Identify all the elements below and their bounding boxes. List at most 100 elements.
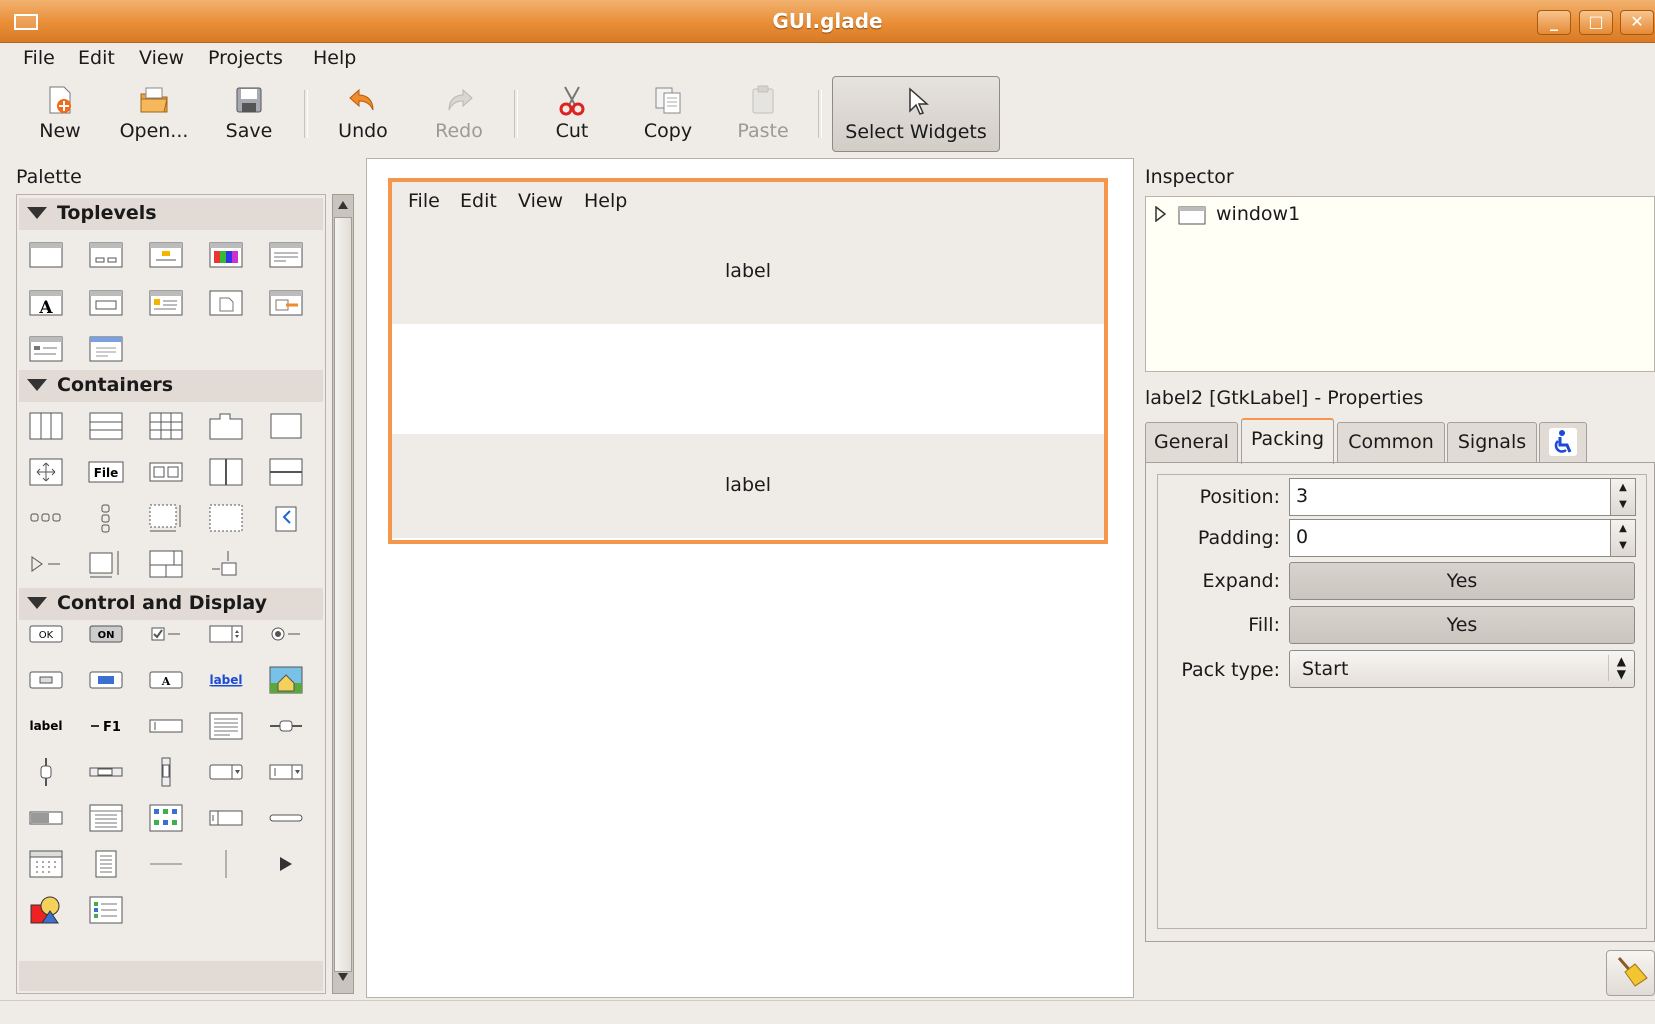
entry-widget-icon[interactable] bbox=[148, 711, 184, 741]
scrolled-window-icon[interactable] bbox=[148, 503, 184, 533]
palette-group-control-display[interactable]: Control and Display bbox=[19, 588, 323, 620]
alignment-icon[interactable] bbox=[268, 503, 304, 533]
tree-expander-icon[interactable] bbox=[1154, 206, 1166, 222]
designed-menu-bar[interactable]: File Edit View Help bbox=[392, 182, 1104, 221]
save-button[interactable]: Save bbox=[210, 76, 288, 152]
vseparator-icon[interactable] bbox=[208, 849, 244, 879]
designed-menu-edit[interactable]: Edit bbox=[460, 190, 497, 212]
aspect-frame-icon[interactable] bbox=[208, 549, 244, 579]
padding-input[interactable]: 0 bbox=[1289, 519, 1611, 557]
text-view-icon[interactable] bbox=[208, 711, 244, 741]
page-setup-dialog-icon[interactable] bbox=[28, 334, 64, 364]
recent-chooser-dialog-icon[interactable] bbox=[268, 288, 304, 318]
fill-toggle[interactable]: Yes bbox=[1289, 606, 1635, 644]
hseparator-like-icon[interactable] bbox=[268, 803, 304, 833]
frame-icon[interactable] bbox=[268, 411, 304, 441]
label-widget-icon[interactable]: label bbox=[28, 711, 64, 741]
status-bar-like-icon[interactable] bbox=[88, 849, 124, 879]
redo-button[interactable]: Redo bbox=[418, 76, 500, 152]
tab-signals[interactable]: Signals bbox=[1447, 422, 1537, 462]
tree-view-icon[interactable] bbox=[88, 803, 124, 833]
tab-packing[interactable]: Packing bbox=[1241, 418, 1334, 464]
open-button[interactable]: Open... bbox=[108, 76, 200, 152]
layout-icon[interactable] bbox=[148, 549, 184, 579]
menu-view[interactable]: View bbox=[139, 47, 184, 69]
button-widget-icon[interactable]: OK bbox=[28, 619, 64, 649]
designed-menu-file[interactable]: File bbox=[408, 190, 440, 212]
ruler-icon[interactable] bbox=[208, 803, 244, 833]
hseparator-icon[interactable] bbox=[148, 849, 184, 879]
hscale-icon[interactable] bbox=[268, 711, 304, 741]
expand-toggle[interactable]: Yes bbox=[1289, 562, 1635, 600]
tab-common[interactable]: Common bbox=[1337, 422, 1445, 462]
menu-help[interactable]: Help bbox=[313, 47, 356, 69]
vscrollbar-icon[interactable] bbox=[148, 757, 184, 787]
table-icon[interactable] bbox=[148, 411, 184, 441]
scroll-down-arrow-icon[interactable] bbox=[338, 973, 348, 981]
combo-box-icon[interactable] bbox=[208, 757, 244, 787]
position-input[interactable]: 3 bbox=[1289, 478, 1611, 516]
font-button-icon[interactable]: A bbox=[148, 665, 184, 695]
spin-button-icon[interactable] bbox=[208, 619, 244, 649]
palette-scrollbar[interactable] bbox=[332, 194, 354, 994]
tab-general[interactable]: General bbox=[1145, 422, 1238, 462]
button-box-icon[interactable] bbox=[148, 457, 184, 487]
maximize-button[interactable]: □ bbox=[1579, 10, 1613, 35]
cut-button[interactable]: Cut bbox=[534, 76, 610, 152]
designed-label-1[interactable]: label bbox=[392, 220, 1104, 324]
pack-type-select[interactable]: Start ▲ ▼ bbox=[1289, 650, 1635, 688]
list-widget-icon[interactable] bbox=[88, 895, 124, 925]
new-button[interactable]: New bbox=[22, 76, 98, 152]
designed-menu-help[interactable]: Help bbox=[584, 190, 627, 212]
color-selection-dialog-icon[interactable] bbox=[208, 240, 244, 270]
vpaned-icon[interactable] bbox=[268, 457, 304, 487]
assistant-icon[interactable] bbox=[208, 288, 244, 318]
file-chooser-dialog-icon[interactable] bbox=[268, 240, 304, 270]
calendar-icon[interactable] bbox=[28, 849, 64, 879]
menu-edit[interactable]: Edit bbox=[78, 47, 115, 69]
designed-menu-view[interactable]: View bbox=[518, 190, 563, 212]
hpaned-icon[interactable] bbox=[208, 457, 244, 487]
paste-button[interactable]: Paste bbox=[724, 76, 802, 152]
toolbar-widget-icon[interactable] bbox=[28, 503, 64, 533]
arrow-widget-icon[interactable] bbox=[268, 849, 304, 879]
file-chooser-button-icon[interactable] bbox=[28, 665, 64, 695]
icon-view-icon[interactable] bbox=[148, 803, 184, 833]
hbox-icon[interactable] bbox=[28, 411, 64, 441]
designed-window[interactable]: File Edit View Help label label bbox=[388, 178, 1108, 544]
fixed-icon[interactable] bbox=[28, 457, 64, 487]
tree-item-window1[interactable]: window1 bbox=[1216, 203, 1300, 225]
position-spin-buttons[interactable]: ▲ ▼ bbox=[1610, 478, 1636, 516]
undo-button[interactable]: Undo bbox=[322, 76, 404, 152]
select-widgets-button[interactable]: Select Widgets bbox=[832, 76, 1000, 152]
vbox-icon[interactable] bbox=[88, 411, 124, 441]
hscrollbar-icon[interactable] bbox=[88, 757, 124, 787]
close-button[interactable]: ✕ bbox=[1620, 10, 1654, 35]
scroll-up-arrow-icon[interactable] bbox=[338, 201, 348, 209]
menu-bar-widget-icon[interactable]: File bbox=[88, 457, 124, 487]
image-widget-icon[interactable] bbox=[268, 665, 304, 695]
link-button-icon[interactable]: label bbox=[208, 665, 244, 695]
color-button-icon[interactable] bbox=[88, 665, 124, 695]
progress-bar-icon[interactable] bbox=[28, 803, 64, 833]
tab-accessibility[interactable] bbox=[1539, 422, 1587, 462]
message-dialog-icon[interactable] bbox=[148, 240, 184, 270]
palette-scrollbar-thumb[interactable] bbox=[334, 217, 352, 972]
tool-palette-icon[interactable] bbox=[88, 503, 124, 533]
menu-file[interactable]: File bbox=[23, 47, 55, 69]
designed-label-2[interactable]: label bbox=[392, 434, 1104, 538]
event-box-icon[interactable] bbox=[88, 549, 124, 579]
window-widget-icon[interactable] bbox=[28, 240, 64, 270]
offscreen-window-icon[interactable] bbox=[88, 334, 124, 364]
notebook-icon[interactable] bbox=[208, 411, 244, 441]
palette-group-toplevels[interactable]: Toplevels bbox=[19, 198, 323, 230]
expander-icon[interactable] bbox=[28, 549, 64, 579]
about-dialog-icon[interactable] bbox=[148, 288, 184, 318]
dialog-widget-icon[interactable] bbox=[88, 240, 124, 270]
palette-group-containers[interactable]: Containers bbox=[19, 370, 323, 402]
drawing-area-icon[interactable] bbox=[28, 895, 64, 925]
clear-button[interactable] bbox=[1606, 950, 1655, 996]
padding-spin-buttons[interactable]: ▲ ▼ bbox=[1610, 519, 1636, 557]
palette-group-collapsed[interactable] bbox=[19, 961, 323, 991]
minimize-button[interactable]: _ bbox=[1537, 10, 1571, 35]
